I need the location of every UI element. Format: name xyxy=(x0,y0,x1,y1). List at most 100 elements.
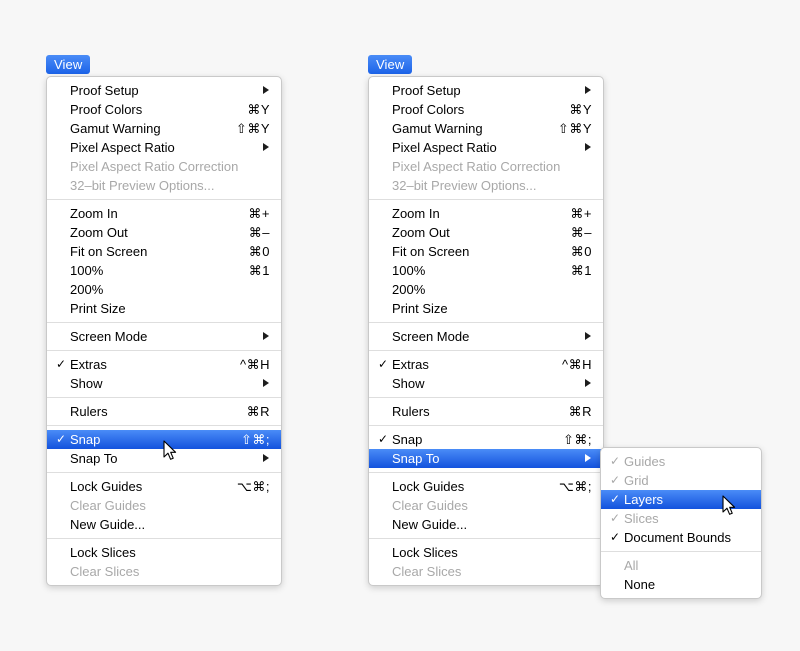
menu-item-100[interactable]: 100% ⌘1 xyxy=(47,261,281,280)
menu-title-view-left[interactable]: View xyxy=(46,55,91,74)
submenu-arrow-icon xyxy=(585,454,591,462)
menu-item-snap[interactable]: ✓ Snap ⇧⌘; xyxy=(369,430,603,449)
menu-item-label: Pixel Aspect Ratio xyxy=(70,140,175,155)
menu-separator xyxy=(47,322,281,323)
menu-item-pixel-aspect-ratio[interactable]: Pixel Aspect Ratio xyxy=(47,138,281,157)
submenu-arrow-icon xyxy=(263,143,269,151)
menu-title-label: View xyxy=(376,57,405,72)
menu-item-zoom-out[interactable]: Zoom Out ⌘– xyxy=(47,223,281,242)
menu-item-extras[interactable]: ✓ Extras ^⌘H xyxy=(47,355,281,374)
menu-item-show[interactable]: Show xyxy=(369,374,603,393)
menu-item-rulers[interactable]: Rulers ⌘R xyxy=(47,402,281,421)
menu-item-label: Proof Setup xyxy=(70,83,139,98)
check-icon: ✓ xyxy=(378,357,389,371)
view-menu-panel-left: Proof Setup Proof Colors ⌘Y Gamut Warning ⇧⌘… xyxy=(46,76,282,586)
menu-item-label: Lock Guides xyxy=(70,479,143,494)
menu-item-screen-mode[interactable]: Screen Mode xyxy=(369,327,603,346)
menu-item-label: New Guide... xyxy=(392,517,468,532)
menu-item-label: 100% xyxy=(392,263,426,278)
menu-item-shortcut: ⇧⌘; xyxy=(240,432,270,447)
menu-item-snap-to[interactable]: Snap To xyxy=(369,449,603,468)
menu-item-label: Slices xyxy=(624,511,659,526)
submenu-arrow-icon xyxy=(263,379,269,387)
menu-item-new-guide[interactable]: New Guide... xyxy=(369,515,603,534)
menu-item-grid: ✓ Grid xyxy=(601,471,761,490)
check-icon: ✓ xyxy=(610,454,621,468)
check-icon: ✓ xyxy=(610,492,621,506)
menu-separator xyxy=(369,322,603,323)
menu-separator xyxy=(369,199,603,200)
menu-title-view-right[interactable]: View xyxy=(368,55,413,74)
menu-item-label: 200% xyxy=(70,282,104,297)
menu-item-zoom-out[interactable]: Zoom Out ⌘– xyxy=(369,223,603,242)
submenu-arrow-icon xyxy=(585,379,591,387)
menu-item-label: 100% xyxy=(70,263,104,278)
menu-item-label: Fit on Screen xyxy=(70,244,148,259)
menu-item-lock-guides[interactable]: Lock Guides ⌥⌘; xyxy=(47,477,281,496)
check-icon: ✓ xyxy=(610,530,621,544)
menu-item-zoom-in[interactable]: Zoom In ⌘+ xyxy=(47,204,281,223)
menu-item-lock-slices[interactable]: Lock Slices xyxy=(369,543,603,562)
menu-item-zoom-in[interactable]: Zoom In ⌘+ xyxy=(369,204,603,223)
menu-item-snap[interactable]: ✓ Snap ⇧⌘; xyxy=(47,430,281,449)
menu-item-print-size[interactable]: Print Size xyxy=(369,299,603,318)
menu-item-label: All xyxy=(624,558,639,573)
menu-item-proof-colors[interactable]: Proof Colors ⌘Y xyxy=(47,100,281,119)
menu-item-label: Guides xyxy=(624,454,666,469)
menu-item-screen-mode[interactable]: Screen Mode xyxy=(47,327,281,346)
menu-item-clear-slices: Clear Slices xyxy=(369,562,603,581)
menu-item-proof-setup[interactable]: Proof Setup xyxy=(47,81,281,100)
menu-item-new-guide[interactable]: New Guide... xyxy=(47,515,281,534)
menu-item-100[interactable]: 100% ⌘1 xyxy=(369,261,603,280)
menu-item-gamut-warning[interactable]: Gamut Warning ⇧⌘Y xyxy=(47,119,281,138)
menu-item-fit-on-screen[interactable]: Fit on Screen ⌘0 xyxy=(369,242,603,261)
check-icon: ✓ xyxy=(56,432,67,446)
submenu-arrow-icon xyxy=(263,86,269,94)
menu-item-200[interactable]: 200% xyxy=(47,280,281,299)
menu-item-label: Show xyxy=(70,376,103,391)
menu-item-shortcut: ⌘R xyxy=(568,404,592,419)
menu-item-show[interactable]: Show xyxy=(47,374,281,393)
menu-item-label: Proof Colors xyxy=(392,102,465,117)
menu-item-rulers[interactable]: Rulers ⌘R xyxy=(369,402,603,421)
menu-item-label: Snap xyxy=(392,432,423,447)
menu-item-label: Grid xyxy=(624,473,649,488)
menu-item-snap-to[interactable]: Snap To xyxy=(47,449,281,468)
menu-item-all: All xyxy=(601,556,761,575)
menu-item-fit-on-screen[interactable]: Fit on Screen ⌘0 xyxy=(47,242,281,261)
menu-item-label: Lock Slices xyxy=(70,545,136,560)
menu-item-extras[interactable]: ✓ Extras ^⌘H xyxy=(369,355,603,374)
menu-item-clear-guides: Clear Guides xyxy=(47,496,281,515)
menu-item-slices: ✓ Slices xyxy=(601,509,761,528)
menu-item-document-bounds[interactable]: ✓ Document Bounds xyxy=(601,528,761,547)
menu-item-print-size[interactable]: Print Size xyxy=(47,299,281,318)
menu-item-shortcut: ⌘1 xyxy=(248,263,270,278)
menu-item-label: Print Size xyxy=(392,301,448,316)
menu-item-label: Zoom In xyxy=(70,206,118,221)
menu-item-pixel-aspect-ratio[interactable]: Pixel Aspect Ratio xyxy=(369,138,603,157)
menu-item-lock-slices[interactable]: Lock Slices xyxy=(47,543,281,562)
menu-item-proof-colors[interactable]: Proof Colors ⌘Y xyxy=(369,100,603,119)
menu-item-label: Zoom Out xyxy=(392,225,450,240)
menu-item-lock-guides[interactable]: Lock Guides ⌥⌘; xyxy=(369,477,603,496)
menu-item-label: Pixel Aspect Ratio xyxy=(392,140,497,155)
menu-item-label: Zoom In xyxy=(392,206,440,221)
menu-item-label: Clear Guides xyxy=(392,498,468,513)
menu-item-32-bit-preview-options: 32–bit Preview Options... xyxy=(369,176,603,195)
menu-item-label: Snap xyxy=(70,432,101,447)
menu-item-32-bit-preview-options: 32–bit Preview Options... xyxy=(47,176,281,195)
menu-item-label: Fit on Screen xyxy=(392,244,470,259)
menu-item-layers[interactable]: ✓ Layers xyxy=(601,490,761,509)
menu-item-label: 32–bit Preview Options... xyxy=(392,178,537,193)
menu-item-label: Lock Slices xyxy=(392,545,458,560)
menu-item-proof-setup[interactable]: Proof Setup xyxy=(369,81,603,100)
menu-item-200[interactable]: 200% xyxy=(369,280,603,299)
menu-item-label: Clear Slices xyxy=(70,564,140,579)
menu-title-label: View xyxy=(54,57,83,72)
menu-item-pixel-aspect-ratio-correction: Pixel Aspect Ratio Correction xyxy=(369,157,603,176)
menu-item-label: Show xyxy=(392,376,425,391)
menu-item-shortcut: ⌘– xyxy=(248,225,270,240)
menu-item-gamut-warning[interactable]: Gamut Warning ⇧⌘Y xyxy=(369,119,603,138)
menu-item-label: Snap To xyxy=(392,451,440,466)
menu-item-none[interactable]: None xyxy=(601,575,761,594)
